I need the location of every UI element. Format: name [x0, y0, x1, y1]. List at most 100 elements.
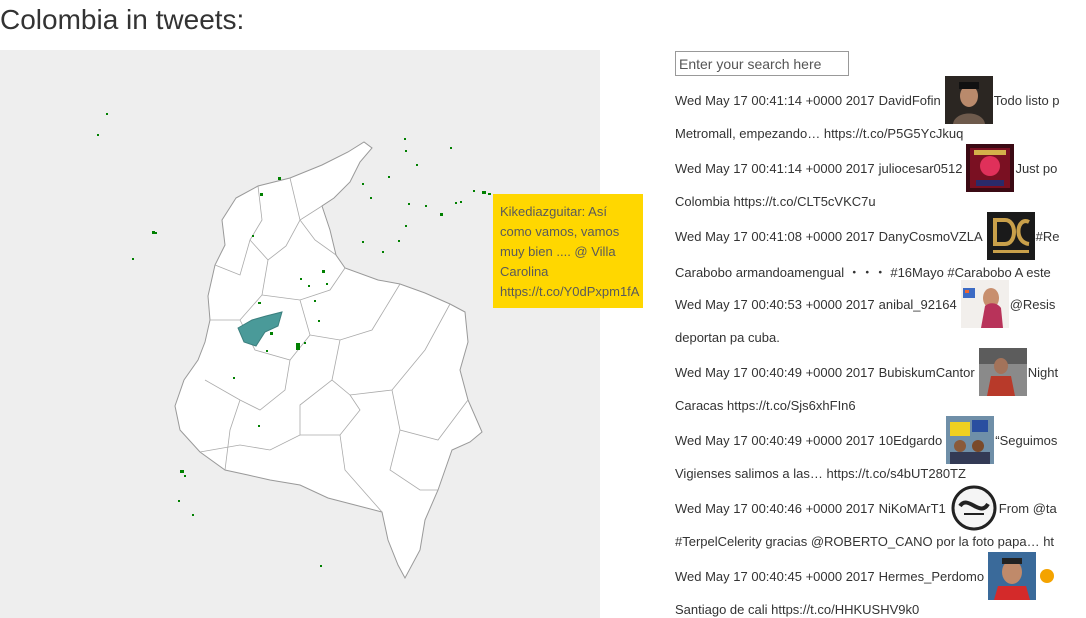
tweet-dot	[152, 231, 155, 234]
tweet-item[interactable]: Wed May 17 00:40:53 +0000 2017 anibal_92…	[675, 280, 1086, 348]
tweet-tooltip: Kikediazguitar: Así como vamos, vamos mu…	[493, 194, 643, 308]
tweet-feed[interactable]: Wed May 17 00:41:14 +0000 2017 DavidFofi…	[675, 76, 1086, 618]
tweet-dot	[455, 202, 457, 204]
tweet-date: Wed May 17 00:41:14 +0000 2017	[675, 160, 875, 176]
tweet-date: Wed May 17 00:40:45 +0000 2017	[675, 568, 875, 584]
tweet-dot	[260, 193, 263, 196]
tweet-dot	[233, 377, 235, 379]
tweet-dot	[296, 343, 300, 350]
tweet-dot	[440, 213, 443, 216]
tweet-dot	[178, 500, 180, 502]
tweet-username[interactable]: DanyCosmoVZLA	[879, 229, 983, 244]
tweet-text-end: deportan pa cuba.	[675, 330, 780, 345]
tweet-dot	[266, 350, 268, 352]
user-photo-icon[interactable]	[978, 348, 1027, 396]
tweet-dot	[370, 197, 372, 199]
tweet-date: Wed May 17 00:41:08 +0000 2017	[675, 228, 875, 244]
tweet-dot	[388, 176, 390, 178]
tweet-dot	[106, 113, 108, 115]
tweet-dot	[326, 283, 328, 285]
tweet-dot	[308, 285, 310, 287]
tweet-username[interactable]: Hermes_Perdomo	[879, 569, 985, 584]
tweet-text-start: Todo listo p	[993, 92, 1060, 108]
tweet-username[interactable]: BubiskumCantor	[879, 365, 975, 380]
tweet-date: Wed May 17 00:41:14 +0000 2017	[675, 92, 875, 108]
tweet-dot	[362, 183, 364, 185]
tweet-dot	[398, 240, 400, 242]
tweet-dot	[362, 241, 364, 243]
tweet-text-start: “Seguimos	[995, 432, 1058, 448]
tweet-dot	[382, 251, 384, 253]
colombia-map[interactable]	[0, 50, 600, 618]
tweet-dot	[155, 232, 157, 234]
tweet-text-end: Santiago de cali https://t.co/HHKUSHV9k0	[675, 602, 920, 617]
tweet-dot	[318, 320, 320, 322]
tweet-item[interactable]: Wed May 17 00:40:45 +0000 2017 Hermes_Pe…	[675, 552, 1086, 618]
tweet-dot	[404, 138, 406, 140]
tweet-dot	[450, 147, 452, 149]
tweet-text-end: Metromall, empezando… https://t.co/P5G5Y…	[675, 126, 964, 141]
tweet-dot	[252, 235, 254, 237]
tweet-text-end: Vigienses salimos a las… https://t.co/s4…	[675, 466, 966, 481]
user-photo-icon[interactable]	[944, 76, 993, 124]
tweet-dot	[258, 302, 261, 304]
tweet-text-start: #Re	[1035, 228, 1060, 244]
colombia-land	[174, 141, 483, 580]
tweet-username[interactable]: NiKoMArT1	[879, 501, 946, 516]
tweet-username[interactable]: DavidFofin	[879, 93, 941, 108]
tweet-dot	[270, 332, 273, 335]
tweet-date: Wed May 17 00:40:46 +0000 2017	[675, 500, 875, 516]
tweet-item[interactable]: Wed May 17 00:40:49 +0000 2017 10Edgardo…	[675, 416, 1086, 484]
tweet-text-end: #TerpelCelerity gracias @ROBERTO_CANO po…	[675, 534, 1055, 549]
tweet-dot	[300, 278, 302, 280]
tweet-text-end: Caracas https://t.co/Sjs6xhFIn6	[675, 398, 856, 413]
tweet-dot	[473, 190, 475, 192]
user-photo-icon[interactable]	[966, 144, 1015, 192]
tweet-dot	[320, 565, 322, 567]
tweet-username[interactable]: juliocesar0512	[879, 161, 963, 176]
tweet-dot	[192, 514, 194, 516]
tweet-text-start: Night	[1027, 364, 1059, 380]
tweet-text-start: @Resis	[1009, 296, 1056, 312]
page-title: Colombia in tweets:	[0, 4, 245, 35]
user-photo-icon[interactable]	[960, 280, 1009, 328]
tweet-dot	[460, 201, 462, 203]
tweet-dot	[425, 205, 427, 207]
tweet-dot	[482, 191, 486, 194]
tweet-dot	[132, 258, 134, 260]
tweet-dot	[416, 164, 418, 166]
tweet-dot	[184, 475, 186, 477]
tweet-text-start: From @ta	[998, 500, 1057, 516]
destiny-logo-icon[interactable]	[949, 484, 998, 532]
tweet-item[interactable]: Wed May 17 00:41:14 +0000 2017 juliocesa…	[675, 144, 1086, 212]
tweet-item[interactable]: Wed May 17 00:41:08 +0000 2017 DanyCosmo…	[675, 212, 1086, 280]
tweet-text-start: Just po	[1015, 160, 1058, 176]
tweet-dot	[180, 470, 184, 473]
tweet-dot	[405, 150, 407, 152]
tweet-text-end: Carabobo armandoamengual ・・・ #16Mayo #Ca…	[675, 265, 1051, 280]
tweet-dot	[97, 134, 99, 136]
tweet-date: Wed May 17 00:40:53 +0000 2017	[675, 296, 875, 312]
tweet-dot	[258, 425, 260, 427]
search-input[interactable]	[675, 51, 849, 76]
tweet-username[interactable]: anibal_92164	[879, 297, 957, 312]
tweet-dot	[314, 300, 316, 302]
dc-logo-icon[interactable]	[986, 212, 1035, 260]
tweet-dot	[405, 225, 407, 227]
tweet-text-end: Colombia https://t.co/CLT5cVKC7u	[675, 194, 876, 209]
tweet-username[interactable]: 10Edgardo	[879, 433, 943, 448]
tweet-item[interactable]: Wed May 17 00:40:46 +0000 2017 NiKoMArT1…	[675, 484, 1086, 552]
user-photo-icon[interactable]	[946, 416, 995, 464]
tweet-item[interactable]: Wed May 17 00:40:49 +0000 2017 BubiskumC…	[675, 348, 1086, 416]
tweet-item[interactable]: Wed May 17 00:41:14 +0000 2017 DavidFofi…	[675, 76, 1086, 144]
tweet-dot	[304, 342, 306, 344]
tweet-date: Wed May 17 00:40:49 +0000 2017	[675, 432, 875, 448]
emoji-icon	[1040, 569, 1055, 583]
map-panel[interactable]	[0, 50, 600, 618]
user-photo-icon[interactable]	[988, 552, 1037, 600]
tweet-dot	[408, 203, 410, 205]
tweet-dot	[488, 193, 491, 195]
tweet-dot	[322, 270, 325, 273]
tweet-dot	[278, 177, 281, 180]
tweet-date: Wed May 17 00:40:49 +0000 2017	[675, 364, 875, 380]
